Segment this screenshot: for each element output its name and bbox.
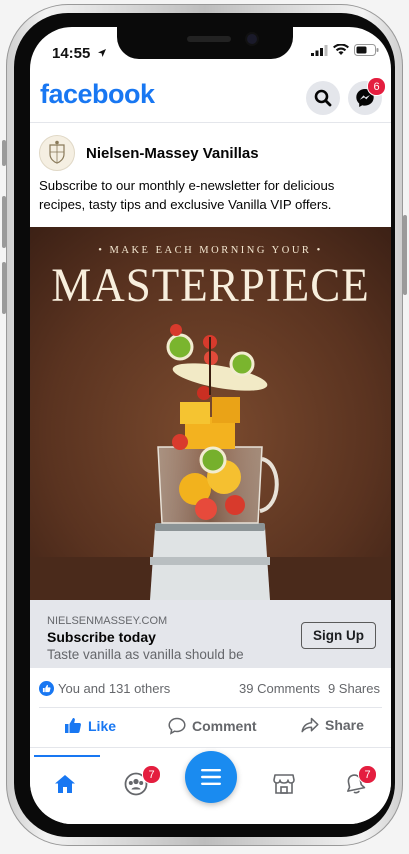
volume-down-button xyxy=(2,262,6,314)
comment-button[interactable]: Comment xyxy=(168,717,257,735)
search-icon xyxy=(314,89,332,107)
search-button[interactable] xyxy=(306,81,340,115)
wifi-icon xyxy=(333,44,349,55)
comment-label: Comment xyxy=(192,718,257,734)
menu-fab-button[interactable] xyxy=(185,751,237,803)
battery-icon xyxy=(354,44,379,56)
page-name[interactable]: Nielsen-Massey Vanillas xyxy=(86,145,259,162)
ad-headline: MASTERPIECE xyxy=(51,258,370,312)
mute-switch xyxy=(2,140,6,166)
location-arrow-icon xyxy=(97,49,106,57)
cta-title: Subscribe today xyxy=(47,629,156,645)
reactions-summary[interactable]: You and 131 others xyxy=(39,681,170,696)
share-arrow-icon xyxy=(301,717,319,733)
messenger-badge: 6 xyxy=(367,77,386,96)
crest-logo-icon xyxy=(49,140,65,164)
marketplace-icon xyxy=(273,774,295,794)
home-icon xyxy=(55,775,75,793)
facebook-logo[interactable]: facebook xyxy=(40,79,155,110)
shares-count[interactable]: 9 Shares xyxy=(328,681,380,696)
cta-description: Taste vanilla as vanilla should be xyxy=(47,647,244,662)
divider xyxy=(39,707,382,708)
power-button xyxy=(403,215,407,295)
thumbs-up-icon xyxy=(65,718,81,733)
tab-home[interactable] xyxy=(54,774,76,799)
like-label: Like xyxy=(88,717,117,734)
groups-badge: 7 xyxy=(142,765,161,784)
reactions-text: You and 131 others xyxy=(58,681,171,696)
share-label: Share xyxy=(325,717,364,733)
cellular-signal-icon xyxy=(311,44,328,56)
ad-tagline: • MAKE EACH MORNING YOUR • xyxy=(98,245,323,256)
post-text: Subscribe to our monthly e-newsletter fo… xyxy=(39,178,335,212)
notifications-badge: 7 xyxy=(358,765,377,784)
ad-image[interactable]: • MAKE EACH MORNING YOUR • MASTERPIECE xyxy=(30,227,391,600)
screen: 14:55 facebook 6 Nielsen-Massey Vanillas… xyxy=(30,27,391,824)
tab-marketplace[interactable] xyxy=(273,773,295,800)
active-tab-indicator xyxy=(34,755,100,757)
comments-count[interactable]: 39 Comments xyxy=(239,681,320,696)
divider xyxy=(30,122,391,123)
status-icons xyxy=(311,44,379,56)
share-button[interactable]: Share xyxy=(301,717,364,733)
notch xyxy=(117,27,293,59)
volume-up-button xyxy=(2,196,6,248)
comment-icon xyxy=(168,717,186,735)
page-avatar[interactable] xyxy=(39,135,75,171)
engagement-counts: 39 Comments 9 Shares xyxy=(239,681,380,696)
cta-domain: NIELSENMASSEY.COM xyxy=(47,615,168,627)
menu-icon xyxy=(201,769,221,785)
sign-up-button[interactable]: Sign Up xyxy=(301,622,376,649)
status-time: 14:55 xyxy=(52,45,107,62)
like-button[interactable]: Like xyxy=(64,717,116,734)
like-reaction-icon xyxy=(39,681,54,696)
